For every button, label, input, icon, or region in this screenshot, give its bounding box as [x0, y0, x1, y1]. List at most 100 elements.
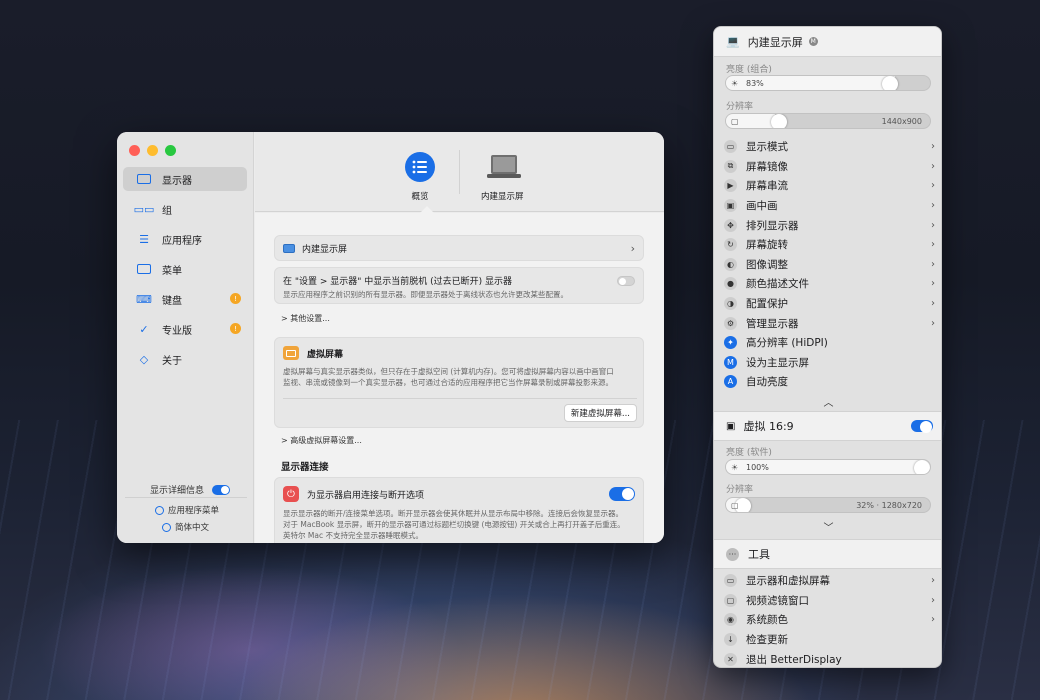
connection-toggle[interactable] [609, 487, 635, 501]
display-mode-icon: ▭ [724, 140, 737, 154]
resolution-label: 分辨率 [726, 102, 754, 112]
menu-item[interactable]: ⧉ 屏幕镜像 › [714, 157, 941, 177]
resolution-slider[interactable]: ▢ 1440x900 [725, 113, 931, 129]
virtual-brightness-slider[interactable]: ☀ 100% [725, 459, 931, 475]
zoom-button[interactable] [165, 145, 176, 156]
tools-title: 工具 [748, 548, 770, 561]
sidebar-item-keyboard[interactable]: ⌨ 键盘 ! [123, 287, 247, 311]
menu-item[interactable]: ▭ 显示模式 › [714, 137, 941, 157]
menu-item-label: 视频滤镜窗口 [746, 594, 809, 607]
tab-builtin-display[interactable]: 内建显示屏 [481, 152, 524, 202]
pro-icon: ✓ [139, 322, 149, 336]
sidebar-item-groups[interactable]: ▭▭ 组 [123, 197, 247, 221]
menu-item[interactable]: ✕ 退出 BetterDisplay [714, 649, 941, 667]
globe-icon [162, 522, 171, 532]
menu-item[interactable]: ↓ 检查更新 [714, 630, 941, 650]
active-tab-caret [420, 206, 434, 213]
apps-icon: ☰ [139, 232, 149, 246]
virtual-resolution-value: 32% · 1280x720 [856, 501, 922, 510]
sun-icon: ☀ [731, 79, 739, 88]
menu-item-label: 自动亮度 [746, 376, 788, 389]
detail-info-toggle[interactable] [212, 484, 231, 495]
divider [125, 497, 247, 498]
menu-item[interactable]: ⚙ 管理显示器 › [714, 313, 941, 333]
display-icon [283, 243, 295, 253]
tab-overview[interactable]: 概览 [405, 152, 435, 202]
menu-item[interactable]: ● 颜色描述文件 › [714, 274, 941, 294]
virtual-display-toggle[interactable] [911, 420, 933, 433]
chevron-right-icon: › [931, 160, 935, 172]
slider-knob[interactable] [914, 460, 930, 474]
show-disconnected-toggle[interactable] [617, 275, 635, 286]
menu-item[interactable]: ✦ 高分辨率 (HiDPI) [714, 333, 941, 353]
display-icon [136, 173, 152, 185]
app-menu-label: 应用程序菜单 [168, 506, 220, 516]
menu-item[interactable]: A 自动亮度 [714, 372, 941, 392]
list-icon [405, 152, 435, 182]
connection-title: 为显示器启用连接与断开选项 [307, 490, 425, 501]
builtin-display-row[interactable]: 内建显示屏 › [274, 235, 644, 261]
slider-knob[interactable] [882, 76, 899, 90]
menu-icon [136, 263, 152, 275]
chevron-up-icon[interactable]: ︿ [714, 394, 941, 409]
virtual-brightness-label: 亮度 (软件) [726, 448, 772, 458]
menu-item[interactable]: ◉ 系统颜色 › [714, 610, 941, 630]
virtual-display-title: 虚拟 16:9 [743, 420, 794, 433]
other-settings-link[interactable]: > 其他设置... [281, 313, 330, 324]
menu-item[interactable]: ✥ 排列显示器 › [714, 215, 941, 235]
resolution-icon: ▢ [731, 501, 739, 510]
minimize-button[interactable] [147, 145, 158, 156]
show-disconnected-title: 在 "设置 > 显示器" 中显示当前脱机 (过去已断开) 显示器 [283, 277, 513, 287]
sidebar-item-menu[interactable]: 菜单 [123, 257, 247, 281]
tools-header: ··· 工具 [714, 539, 941, 569]
keyboard-icon: ⌨ [136, 292, 152, 306]
sidebar: 显示器 ▭▭ 组 ☰ 应用程序 菜单 ⌨ 键盘 ! ✓ 专业版 ! ◇ 关于 显… [117, 132, 254, 543]
chevron-right-icon: › [931, 180, 935, 192]
content-area: 内建显示屏 › 在 "设置 > 显示器" 中显示当前脱机 (过去已断开) 显示器… [255, 213, 664, 543]
connection-desc-line: 英特尔 Mac 不支持完全显示器睡眠模式。 [283, 531, 423, 540]
detail-info-label: 显示详细信息 [150, 486, 205, 496]
menu-item-label: 管理显示器 [746, 317, 799, 330]
sidebar-item-label: 显示器 [162, 175, 192, 187]
menu-item-label: 配置保护 [746, 298, 788, 311]
menu-item[interactable]: ◑ 配置保护 › [714, 294, 941, 314]
pip-icon: ▣ [724, 199, 737, 213]
menu-item[interactable]: ▭ 显示器和虚拟屏幕 › [714, 571, 941, 591]
chevron-right-icon: › [931, 317, 935, 329]
menu-item-label: 设为主显示屏 [746, 356, 809, 369]
chevron-right-icon: › [931, 258, 935, 270]
menu-item[interactable]: M 设为主显示屏 [714, 353, 941, 373]
show-disconnected-desc: 显示应用程序之前识别的所有显示器。即便显示器处于离线状态也允许更改某些配置。 [283, 290, 568, 299]
chevron-right-icon: › [931, 219, 935, 231]
tag-icon: ◇ [139, 352, 149, 366]
betterdisplay-menu: 💻 内建显示屏 M 亮度 (组合) ☀ 83% 分辨率 ▢ 1440x900 ▭… [713, 26, 942, 668]
menu-item[interactable]: ↻ 屏幕旋转 › [714, 235, 941, 255]
sidebar-item-apps[interactable]: ☰ 应用程序 [123, 227, 247, 251]
chevron-right-icon: › [931, 200, 935, 212]
virtual-screen-desc-line: 虚拟屏幕与真实显示器类似，但只存在于虚拟空间 (计算机内存)。您可将虚拟屏幕内容… [283, 367, 614, 376]
language-link[interactable]: 简体中文 [162, 521, 209, 533]
menu-item[interactable]: ▣ 画中画 › [714, 196, 941, 216]
virtual-screen-card: 虚拟屏幕 虚拟屏幕与真实显示器类似，但只存在于虚拟空间 (计算机内存)。您可将虚… [274, 337, 644, 428]
virtual-resolution-slider[interactable]: ▢ 32% · 1280x720 [725, 497, 931, 513]
new-virtual-screen-button[interactable]: 新建虚拟屏幕... [563, 404, 637, 422]
virtual-brightness-value: 100% [746, 463, 769, 472]
menu-item[interactable]: ◐ 图像调整 › [714, 255, 941, 275]
sidebar-item-pro[interactable]: ✓ 专业版 ! [123, 317, 247, 341]
sidebar-item-about[interactable]: ◇ 关于 [123, 347, 247, 371]
sidebar-item-displays[interactable]: 显示器 [123, 167, 247, 191]
connection-card: ⏻ 为显示器启用连接与断开选项 显示显示器的断开/连接菜单选项。断开显示器会使其… [274, 477, 644, 543]
tab-label: 内建显示屏 [481, 192, 524, 202]
menu-item-label: 系统颜色 [746, 614, 788, 627]
resolution-value: 1440x900 [881, 117, 922, 126]
app-menu-link[interactable]: 应用程序菜单 [155, 504, 219, 516]
slider-knob[interactable] [771, 114, 788, 128]
chevron-down-icon[interactable]: ﹀ [714, 519, 941, 534]
menu-item[interactable]: ▢ 视频滤镜窗口 › [714, 591, 941, 611]
brightness-value: 83% [746, 79, 764, 88]
divider [283, 398, 637, 399]
menu-item[interactable]: ▶ 屏幕串流 › [714, 176, 941, 196]
brightness-slider[interactable]: ☀ 83% [725, 75, 931, 91]
advanced-virtual-link[interactable]: > 高级虚拟屏幕设置... [281, 435, 362, 446]
close-button[interactable] [129, 145, 140, 156]
